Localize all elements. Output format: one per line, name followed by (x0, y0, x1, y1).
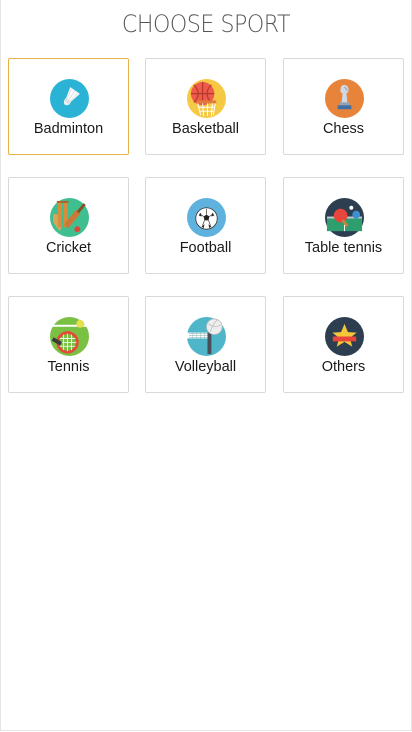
sport-label: Cricket (45, 240, 92, 256)
sport-label: Chess (322, 121, 365, 137)
soccer-ball-icon (187, 198, 226, 237)
sport-tile-football[interactable]: Football (145, 177, 266, 274)
sport-label: Basketball (172, 121, 239, 137)
tennis-racket-icon (50, 317, 89, 356)
sport-tile-others[interactable]: Others (283, 296, 404, 393)
sport-label: Badminton (33, 121, 104, 137)
basketball-icon (187, 79, 226, 118)
sport-label: Tennis (47, 359, 90, 375)
sport-tile-cricket[interactable]: Cricket (8, 177, 129, 274)
ping-pong-icon (325, 198, 364, 237)
volleyball-icon (187, 317, 226, 356)
sport-tile-tennis[interactable]: Tennis (8, 296, 129, 393)
sport-tile-badminton[interactable]: Badminton (8, 58, 129, 155)
cricket-bat-icon (50, 198, 89, 237)
star-icon (325, 317, 364, 356)
sport-tile-table-tennis[interactable]: Table tennis (283, 177, 404, 274)
page-title: CHOOSE SPORT (121, 10, 291, 38)
sport-label: Football (179, 240, 232, 256)
sport-tile-volleyball[interactable]: Volleyball (145, 296, 266, 393)
sport-tile-basketball[interactable]: Basketball (145, 58, 266, 155)
sport-label: Table tennis (304, 240, 383, 256)
shuttlecock-icon (50, 79, 89, 118)
sport-label: Others (321, 359, 366, 375)
chess-piece-icon (325, 79, 364, 118)
sport-tile-chess[interactable]: Chess (283, 58, 404, 155)
sport-label: Volleyball (174, 359, 237, 375)
